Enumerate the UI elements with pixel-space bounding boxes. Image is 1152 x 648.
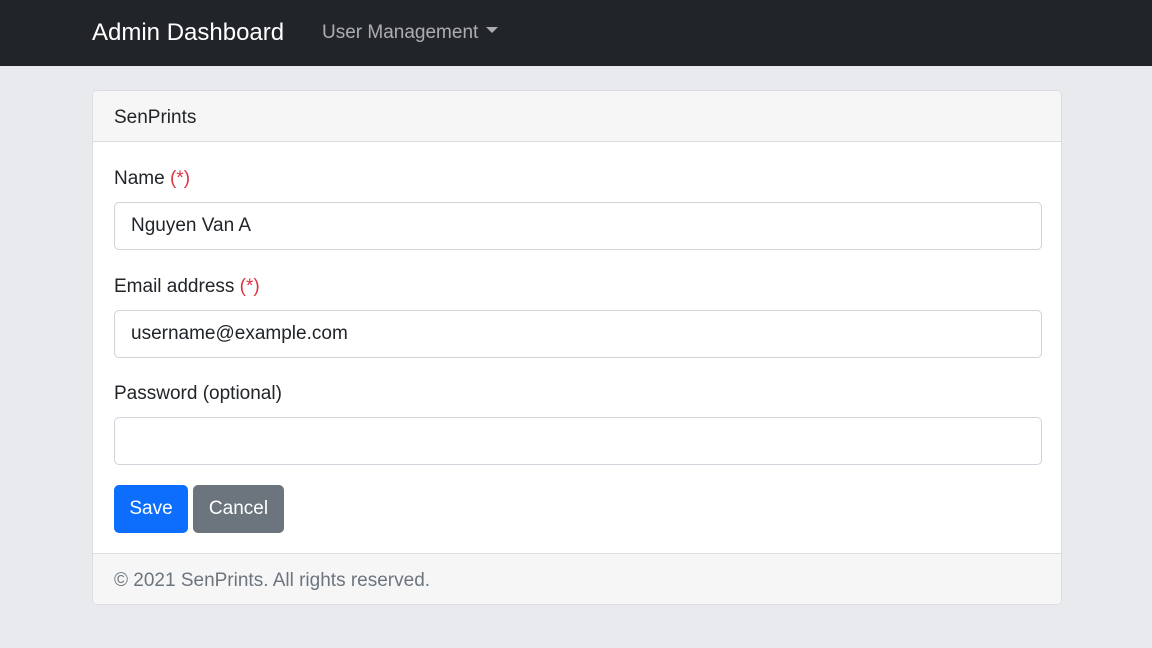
name-label-text: Name [114,168,165,189]
top-navbar: Admin Dashboard User Management [0,0,1152,66]
card-footer: © 2021 SenPrints. All rights reserved. [93,553,1061,604]
card-title: SenPrints [114,107,197,128]
name-label: Name (*) [114,167,190,191]
email-input[interactable] [114,310,1042,358]
name-input[interactable] [114,202,1042,250]
user-form-card: SenPrints Name (*) Email address (*) Pas… [92,90,1062,605]
cancel-button[interactable]: Cancel [193,485,284,533]
user-management-label: User Management [322,22,479,43]
password-input[interactable] [114,417,1042,465]
save-button[interactable]: Save [114,485,188,533]
name-required-mark: (*) [169,168,191,189]
user-management-dropdown[interactable]: User Management [322,20,499,46]
caret-down-icon [486,26,499,33]
email-label-text: Email address [114,276,235,297]
email-label: Email address (*) [114,275,260,299]
email-required-mark: (*) [239,276,260,297]
copyright-text: © 2021 SenPrints. All rights reserved. [114,570,431,591]
password-label: Password (optional) [114,383,282,404]
brand-link[interactable]: Admin Dashboard [92,17,284,49]
card-header: SenPrints [93,91,1061,142]
